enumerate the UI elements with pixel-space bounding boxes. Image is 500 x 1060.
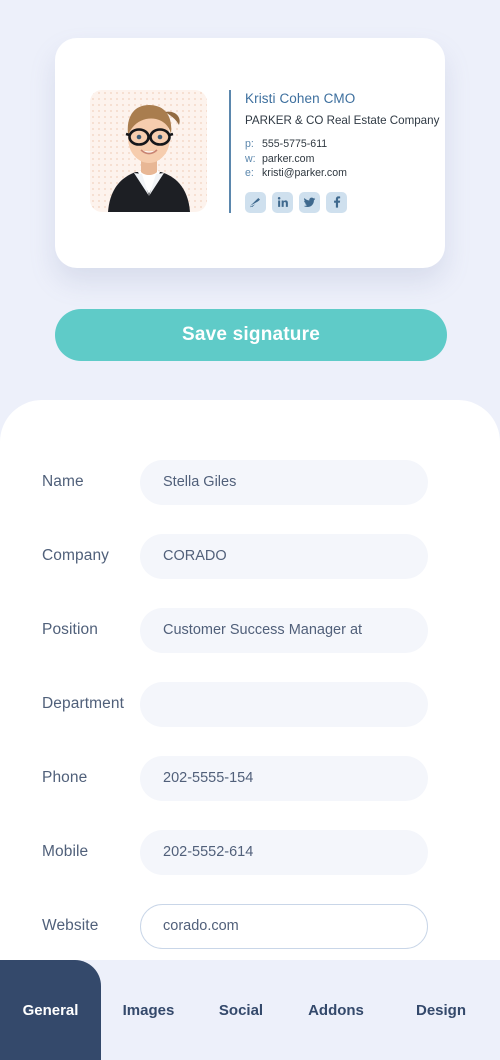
tab-social[interactable]: Social — [196, 960, 286, 1060]
field-row-position: Position Customer Success Manager at — [0, 593, 500, 667]
signature-email-row: e: kristi@parker.com — [245, 166, 439, 181]
company-input[interactable]: CORADO — [140, 533, 428, 579]
general-form-panel: Name Stella Giles Company CORADO Positio… — [0, 400, 500, 960]
signature-email-value: kristi@parker.com — [262, 167, 347, 179]
field-label-phone: Phone — [42, 769, 88, 786]
field-label-department: Department — [42, 695, 124, 712]
signature-phone-value: 555-5775-611 — [262, 138, 328, 150]
signature-preview-card[interactable]: Kristi Cohen CMO PARKER & CO Real Estate… — [55, 38, 445, 268]
signature-website-key: w: — [245, 152, 256, 165]
twitter-icon[interactable] — [299, 191, 320, 213]
signature-icon[interactable] — [245, 191, 266, 213]
signature-website-value: parker.com — [262, 152, 315, 165]
mobile-input[interactable]: 202-5552-614 — [140, 829, 428, 875]
website-input[interactable]: corado.com — [140, 903, 428, 949]
field-row-company: Company CORADO — [0, 519, 500, 593]
linkedin-icon[interactable] — [272, 191, 293, 213]
field-row-mobile: Mobile 202-5552-614 — [0, 815, 500, 889]
field-label-company: Company — [42, 547, 110, 564]
signature-phone-key: p: — [245, 138, 254, 150]
field-label-position: Position — [42, 621, 98, 638]
save-signature-button[interactable]: Save signature — [55, 309, 447, 361]
field-label-website: Website — [42, 917, 99, 934]
tab-general[interactable]: General — [0, 960, 101, 1060]
facebook-icon[interactable] — [326, 191, 347, 213]
position-input[interactable]: Customer Success Manager at — [140, 607, 428, 653]
field-row-phone: Phone 202-5555-154 — [0, 741, 500, 815]
signature-website-row: w: parker.com — [245, 152, 439, 167]
field-row-name: Name Stella Giles — [0, 445, 500, 519]
name-input[interactable]: Stella Giles — [140, 459, 428, 505]
department-input[interactable] — [140, 681, 428, 727]
signature-divider — [229, 90, 231, 213]
tab-images[interactable]: Images — [101, 960, 196, 1060]
phone-input[interactable]: 202-5555-154 — [140, 755, 428, 801]
field-label-mobile: Mobile — [42, 843, 89, 860]
tab-design[interactable]: Design — [386, 960, 496, 1060]
signature-contact-list: p: 555-5775-611 w: parker.com e: kristi@… — [245, 137, 439, 181]
field-row-department: Department — [0, 667, 500, 741]
field-row-website: Website corado.com — [0, 889, 500, 960]
signature-name: Kristi Cohen CMO — [245, 91, 356, 106]
signature-social-icons — [245, 191, 439, 213]
form-field-list: Name Stella Giles Company CORADO Positio… — [0, 445, 500, 960]
signature-content: Kristi Cohen CMO PARKER & CO Real Estate… — [90, 90, 439, 213]
tab-addons[interactable]: Addons — [286, 960, 386, 1060]
signature-details: Kristi Cohen CMO PARKER & CO Real Estate… — [245, 90, 439, 213]
field-label-name: Name — [42, 473, 84, 490]
bottom-tab-bar: General Images Social Addons Design — [0, 960, 500, 1060]
avatar — [90, 90, 207, 212]
signature-phone-row: p: 555-5775-611 — [245, 137, 439, 152]
signature-email-key: e: — [245, 167, 254, 179]
signature-company: PARKER & CO Real Estate Company — [245, 114, 440, 127]
